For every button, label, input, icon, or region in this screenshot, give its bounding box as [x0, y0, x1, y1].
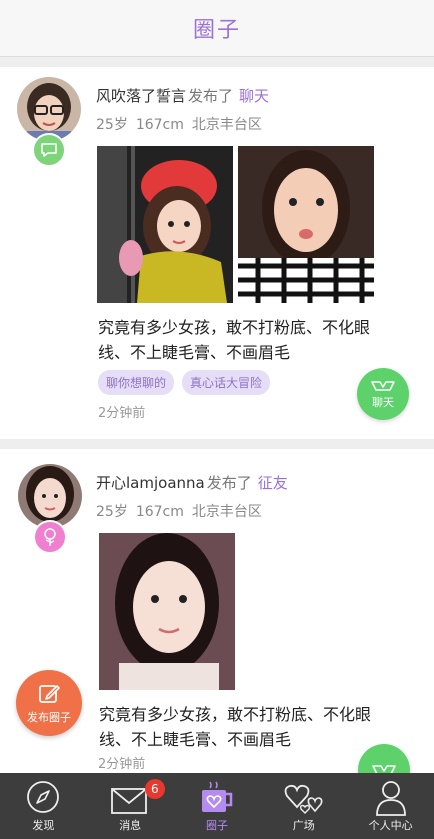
hearts-icon	[284, 784, 323, 814]
chat-bubble-icon	[32, 133, 66, 167]
tab-label: 广场	[292, 819, 315, 832]
tab-label: 发现	[32, 819, 55, 832]
person-icon	[375, 781, 406, 816]
post-verb: 发布了	[188, 87, 234, 105]
post-content: 究竟有多少女孩，敢不打粉底、不化眼线、不上睫毛膏、不画眉毛	[99, 705, 372, 749]
page-title: 圈子	[192, 18, 241, 43]
user-height: 167cm	[135, 504, 184, 520]
user-age: 25岁	[96, 504, 128, 520]
edit-icon	[39, 684, 60, 703]
feed-gap	[0, 57, 434, 67]
chat-bubbles-icon	[372, 764, 396, 773]
chat-button-label: 聊天	[372, 395, 394, 409]
user-height: 167cm	[135, 117, 184, 133]
post-header: 开心lamjoanna 发布了 征友	[96, 472, 288, 493]
unread-badge: 6	[144, 779, 165, 799]
publish-label: 发布圈子	[27, 710, 71, 724]
user-meta: 25岁 167cm 北京丰台区	[96, 114, 270, 134]
post-card[interactable]: 风吹落了誓言 发布了 聊天 25岁 167cm 北京丰台区 究竟有多少女孩，敢不…	[0, 67, 434, 439]
tag-chip[interactable]: 真心话大冒险	[182, 370, 271, 395]
tab-circle[interactable]: 圈子	[174, 773, 261, 839]
publish-circle-button[interactable]: 发布圈子	[16, 670, 82, 736]
post-photo[interactable]	[97, 146, 233, 303]
tab-profile[interactable]: 个人中心	[347, 773, 434, 839]
top-header: 圈子	[0, 0, 434, 57]
user-location: 北京丰台区	[191, 504, 262, 520]
username[interactable]: 风吹落了誓言	[96, 87, 186, 105]
tab-label: 个人中心	[368, 819, 413, 832]
post-verb: 发布了	[206, 474, 252, 492]
avatar[interactable]	[17, 77, 81, 141]
tab-label: 消息	[119, 819, 142, 832]
post-time: 2分钟前	[98, 406, 146, 421]
post-photo[interactable]	[238, 146, 374, 303]
post-topic[interactable]: 聊天	[239, 87, 269, 105]
post-photo[interactable]	[99, 533, 235, 690]
bottom-tabbar: 发现 6 消息 圈子 广场 个人中心	[0, 773, 434, 839]
tab-messages[interactable]: 6 消息	[87, 773, 174, 839]
avatar[interactable]	[18, 464, 82, 528]
chat-button[interactable]: 聊天	[357, 368, 409, 420]
tab-label: 圈子	[205, 819, 228, 832]
username[interactable]: 开心lamjoanna	[96, 474, 205, 492]
post-topic[interactable]: 征友	[258, 474, 288, 492]
user-location: 北京丰台区	[191, 117, 262, 133]
tag-chip[interactable]: 聊你想聊的	[98, 370, 175, 395]
envelope-icon	[111, 788, 148, 814]
post-content: 究竟有多少女孩，敢不打粉底、不化眼线、不上睫毛膏、不画眉毛	[98, 318, 371, 362]
user-meta: 25岁 167cm 北京丰台区	[96, 501, 270, 521]
post-tags: 聊你想聊的 真心话大冒险	[98, 370, 271, 395]
post-header: 风吹落了誓言 发布了 聊天	[96, 85, 269, 106]
post-time: 2分钟前	[98, 757, 146, 772]
tab-discover[interactable]: 发现	[0, 773, 87, 839]
user-age: 25岁	[96, 117, 128, 133]
mug-heart-icon	[201, 781, 233, 812]
feed-gap	[0, 439, 434, 449]
rose-icon	[33, 520, 67, 554]
feed-list[interactable]: 风吹落了誓言 发布了 聊天 25岁 167cm 北京丰台区 究竟有多少女孩，敢不…	[0, 57, 434, 773]
chat-bubbles-icon	[371, 380, 395, 391]
tab-square[interactable]: 广场	[260, 773, 347, 839]
compass-icon	[27, 781, 60, 813]
